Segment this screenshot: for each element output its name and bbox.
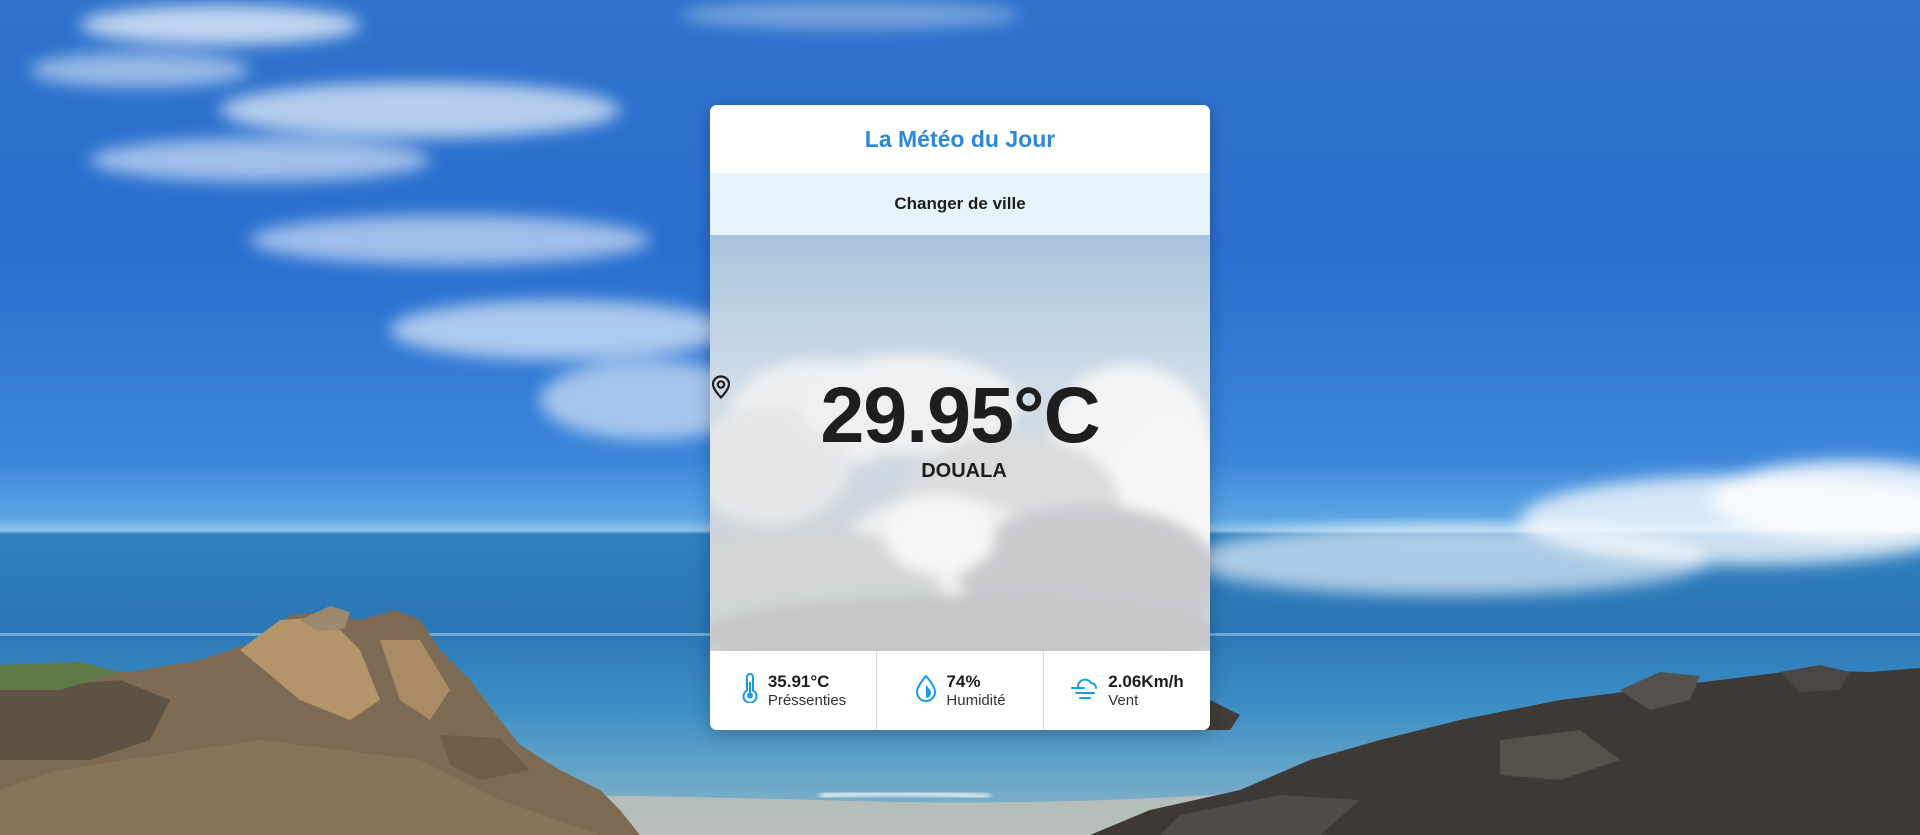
weather-display-panel: 29.95°C DOUALA bbox=[710, 235, 1210, 651]
wind-cloud-icon bbox=[1070, 674, 1100, 707]
humidity-value: 74% bbox=[946, 672, 981, 692]
wind-label: Vent bbox=[1108, 691, 1139, 709]
stat-humidity: 74% Humidité bbox=[877, 651, 1044, 730]
humidity-label: Humidité bbox=[946, 691, 1006, 709]
wind-value: 2.06Km/h bbox=[1108, 672, 1184, 692]
feels-like-label: Préssenties bbox=[767, 691, 847, 709]
app-title: La Météo du Jour bbox=[864, 125, 1056, 152]
feels-like-value: 35.91°C bbox=[767, 672, 830, 692]
temperature-value: 29.95°C bbox=[820, 370, 1100, 459]
water-drop-icon bbox=[914, 674, 938, 707]
location-display: DOUALA bbox=[711, 375, 1007, 483]
weather-card: La Météo du Jour Changer de ville 29.95°… bbox=[710, 105, 1210, 730]
city-name: DOUALA bbox=[921, 460, 1007, 482]
stats-bar: 35.91°C Préssenties 74% Humidité 2.06Km/… bbox=[710, 651, 1210, 730]
card-header: La Météo du Jour bbox=[710, 105, 1210, 173]
thermometer-icon bbox=[740, 673, 760, 708]
background-landscape: La Météo du Jour Changer de ville 29.95°… bbox=[0, 0, 1920, 835]
stat-feels-like: 35.91°C Préssenties bbox=[710, 651, 877, 730]
change-city-button[interactable]: Changer de ville bbox=[710, 173, 1210, 235]
stat-wind: 2.06Km/h Vent bbox=[1044, 651, 1210, 730]
